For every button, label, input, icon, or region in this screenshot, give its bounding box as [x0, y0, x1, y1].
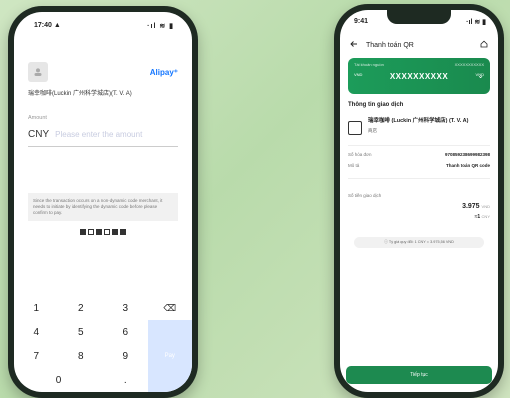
key-3[interactable]: 3: [103, 296, 148, 320]
description-label: Mô tả: [348, 163, 360, 168]
key-decimal[interactable]: .: [103, 368, 148, 392]
merchant-name: 瑞幸咖啡(Luckin 广州科学城店)(T. V. A): [28, 91, 132, 97]
divider: [348, 145, 490, 146]
exchange-rate-text: Tỷ giá quy đổi: 1 CNY = 3.975,56 VND: [388, 240, 454, 244]
card-label-right: XXXXXXXXXXX: [454, 62, 484, 67]
notice-text: Since the transaction occurs on a non-dy…: [28, 193, 178, 221]
screen-header: Thanh toán QR: [340, 40, 498, 50]
key-9[interactable]: 9: [103, 344, 148, 368]
status-bar: 17:40 ▲ ·ıl ≋ ▮: [14, 12, 192, 30]
continue-button[interactable]: Tiếp tục: [346, 366, 492, 384]
card-label-left: Tài khoản nguồn: [354, 62, 384, 67]
home-icon[interactable]: [480, 40, 488, 50]
description-value: Thanh toán QR code: [445, 163, 490, 168]
store-icon: [348, 121, 362, 135]
alipay-screen: 17:40 ▲ ·ıl ≋ ▮ Alipay⁺ 瑞幸咖啡(Luckin 广州科学…: [14, 12, 192, 392]
invoice-label: Số hóa đơn: [348, 152, 372, 157]
page-title: Thanh toán QR: [366, 41, 414, 49]
amount-section: Số tiền giao dịch 3.975 VND ≈1 CNY: [348, 193, 490, 229]
amount-label: Số tiền giao dịch: [348, 193, 382, 198]
status-icons: ·ıl ≋ ▮: [147, 23, 174, 30]
merchant-info: 瑞幸咖啡 (Luckin 广州科学城店) (T. V. A) 商店: [348, 118, 490, 135]
key-6[interactable]: 6: [103, 320, 148, 344]
merchant-header: Alipay⁺: [14, 62, 192, 82]
amount-input[interactable]: [55, 130, 176, 139]
user-icon: [28, 62, 48, 82]
currency-label: CNY: [28, 129, 50, 140]
amount-converted-unit: CNY: [481, 214, 490, 219]
key-0[interactable]: 0: [14, 368, 103, 392]
amount-main-unit: VND: [481, 204, 490, 209]
amount-converted: ≈1 CNY: [475, 214, 490, 220]
phone-left: 17:40 ▲ ·ıl ≋ ▮ Alipay⁺ 瑞幸咖啡(Luckin 广州科学…: [8, 6, 198, 398]
numeric-keypad: 1 2 3 ⌫ 4 5 6 7 8 9 0 . Pay: [14, 296, 192, 392]
amount-row: CNY: [28, 129, 178, 147]
exchange-rate-note: ⓘ Tỷ giá quy đổi: 1 CNY = 3.975,56 VND: [354, 237, 484, 248]
status-icons: ·ıl ≋ ▮: [466, 19, 486, 26]
key-7[interactable]: 7: [14, 344, 59, 368]
chevron-down-icon[interactable]: ⌄: [477, 71, 484, 80]
merchant-branch: 商店: [368, 128, 377, 133]
phone-notch: [387, 10, 451, 24]
description-row: Mô tả Thanh toán QR code: [348, 163, 490, 168]
key-5[interactable]: 5: [59, 320, 104, 344]
status-time: 17:40 ▲: [34, 22, 61, 29]
back-arrow-icon[interactable]: [350, 40, 358, 50]
backspace-icon[interactable]: ⌫: [148, 296, 193, 320]
amount-converted-value: ≈1: [474, 214, 481, 220]
section-title: Thông tin giao dịch: [348, 102, 404, 108]
pay-button[interactable]: Pay: [147, 320, 192, 392]
card-account-number: XXXXXXXXXX: [389, 72, 449, 81]
divider: [348, 178, 490, 179]
amount-value: 3.975 VND: [462, 203, 490, 210]
source-account-card[interactable]: Tài khoản nguồn XXXXXXXXXXX VND XXXXXXXX…: [348, 58, 490, 94]
alipay-logo: Alipay⁺: [149, 67, 178, 77]
key-2[interactable]: 2: [59, 296, 104, 320]
key-4[interactable]: 4: [14, 320, 59, 344]
merchant-name: 瑞幸咖啡 (Luckin 广州科学城店) (T. V. A): [368, 118, 469, 124]
card-currency: VND: [354, 72, 363, 77]
key-8[interactable]: 8: [59, 344, 104, 368]
key-1[interactable]: 1: [14, 296, 59, 320]
invoice-value: 970859238699982398: [444, 152, 490, 157]
payment-code-icon: [14, 229, 192, 235]
invoice-row: Số hóa đơn 970859238699982398: [348, 152, 490, 157]
amount-label: Amount: [28, 115, 47, 121]
phone-right: 9:41 ·ıl ≋ ▮ Thanh toán QR Tài khoản ngu…: [334, 4, 504, 398]
status-time: 9:41: [354, 18, 369, 25]
amount-main: 3.975: [462, 203, 480, 210]
bank-qr-screen: 9:41 ·ıl ≋ ▮ Thanh toán QR Tài khoản ngu…: [340, 10, 498, 392]
